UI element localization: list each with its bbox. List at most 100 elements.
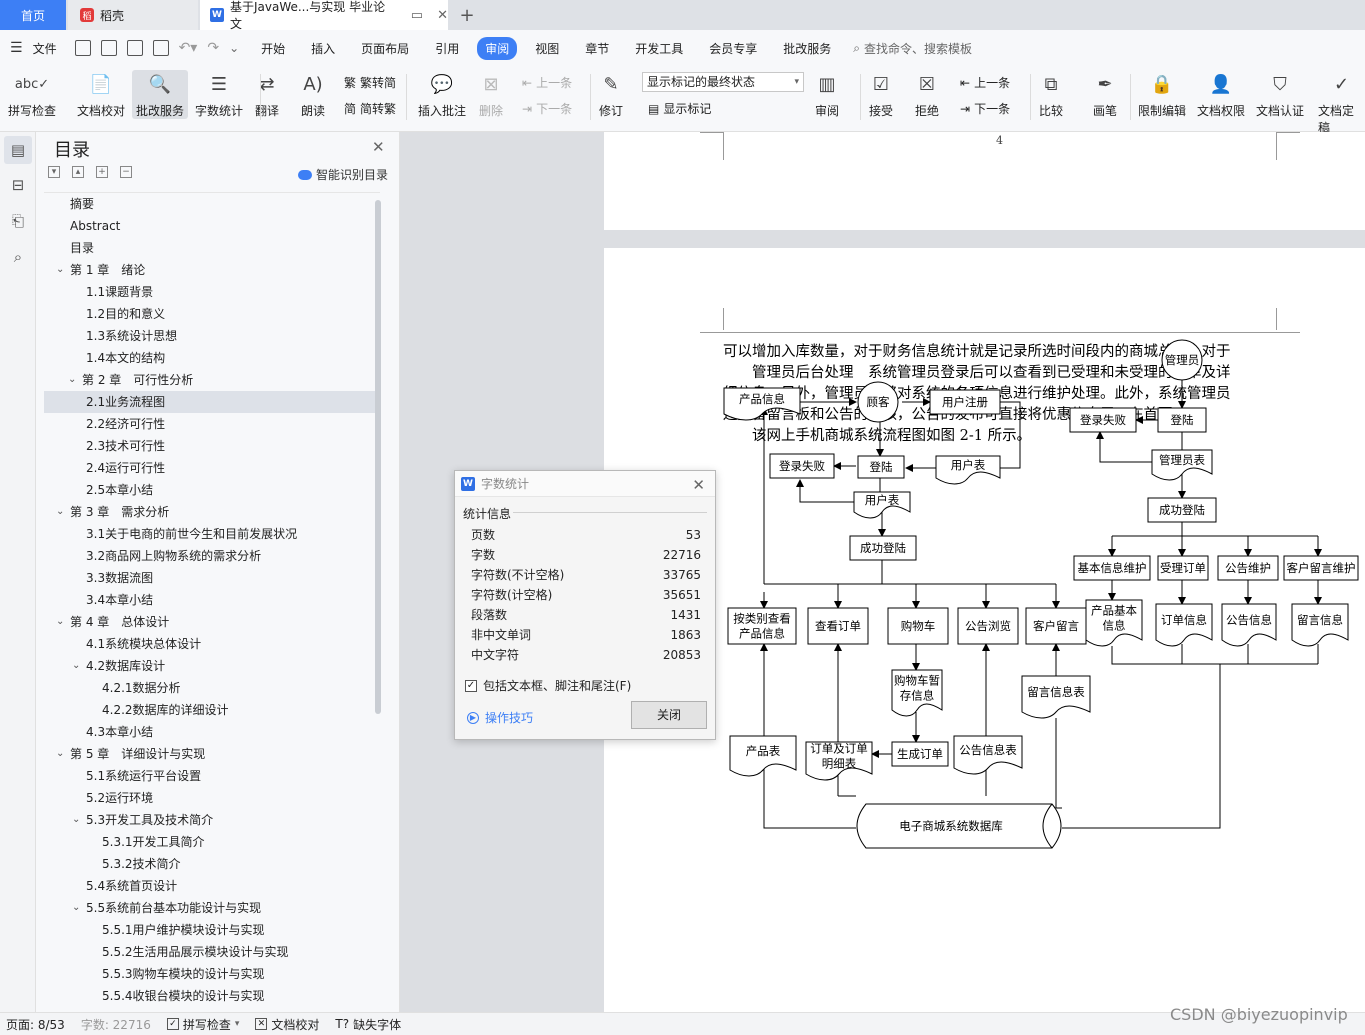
trad-to-simp-button[interactable]: 繁繁转简 <box>344 74 396 91</box>
doc-finalize-button[interactable]: ✓ 文档定稿 <box>1318 70 1365 136</box>
read-aloud-button[interactable]: A) 朗读 <box>300 70 326 119</box>
chevron-down-icon[interactable]: ⌄ <box>72 897 80 919</box>
toc-item[interactable]: 3.2商品网上购物系统的需求分析 <box>44 545 380 567</box>
chevron-down-icon[interactable]: ⌄ <box>56 259 64 281</box>
menu-tab[interactable]: 章节 <box>577 37 617 60</box>
toc-item[interactable]: ⌄ 第 1 章 绪论 <box>44 259 380 281</box>
toc-item[interactable]: 5.5.2生活用品展示模块设计与实现 <box>44 941 380 963</box>
tips-link[interactable]: ▶ 操作技巧 <box>467 709 533 726</box>
prev-comment-button[interactable]: ⇤ 上一条 <box>522 74 572 91</box>
chevron-down-icon[interactable]: ⌄ <box>72 809 80 831</box>
toc-item[interactable]: 2.1业务流程图 <box>44 391 380 413</box>
toc-item[interactable]: 5.5.1用户维护模块设计与实现 <box>44 919 380 941</box>
spell-check-button[interactable]: abc✓ 拼写检查 <box>8 70 56 119</box>
toc-item[interactable]: 目录 <box>44 237 380 259</box>
hamburger-icon[interactable]: ☰ <box>10 40 23 56</box>
chevron-down-icon[interactable]: ⌄ <box>68 369 76 391</box>
missing-font-status[interactable]: T? 缺失字体 <box>335 1016 401 1033</box>
menu-tab[interactable]: 开始 <box>253 37 293 60</box>
toc-item[interactable]: 5.3.2技术简介 <box>44 853 380 875</box>
expand-all-icon[interactable]: ▾ <box>48 166 60 178</box>
next-change-button[interactable]: ⇥ 下一条 <box>960 100 1010 117</box>
toc-item[interactable]: 2.3技术可行性 <box>44 435 380 457</box>
review-service-button[interactable]: 🔍 批改服务 <box>132 70 189 119</box>
review-pane-button[interactable]: ▥ 审阅 <box>814 70 840 119</box>
collapse-icon[interactable]: − <box>120 166 132 178</box>
new-tab-icon[interactable]: + <box>456 0 478 30</box>
doc-certify-button[interactable]: ⛉ 文档认证 <box>1256 70 1304 119</box>
toc-item[interactable]: 5.5.3购物车模块的设计与实现 <box>44 963 380 985</box>
markup-mode-select[interactable]: 显示标记的最终状态 ▾ <box>642 72 804 92</box>
toc-item[interactable]: 3.3数据流图 <box>44 567 380 589</box>
menu-tab[interactable]: 视图 <box>527 37 567 60</box>
translate-button[interactable]: ⇄ 翻译 <box>254 70 280 119</box>
redo-icon[interactable]: ↷ <box>207 40 219 56</box>
spell-check-status[interactable]: ✓ 拼写检查 ▾ <box>166 1016 239 1033</box>
insert-comment-button[interactable]: 💬 插入批注 <box>418 70 466 119</box>
menu-tab[interactable]: 插入 <box>303 37 343 60</box>
menu-tab[interactable]: 审阅 <box>477 36 518 60</box>
toc-item[interactable]: ⌄ 第 5 章 详细设计与实现 <box>44 743 380 765</box>
toc-item[interactable]: 3.4本章小结 <box>44 589 380 611</box>
toc-item[interactable]: Abstract <box>44 215 380 237</box>
save-icon[interactable] <box>74 40 91 56</box>
toc-item[interactable]: 4.2.1数据分析 <box>44 677 380 699</box>
chevron-down-icon[interactable]: ⌄ <box>56 611 64 633</box>
pin-icon[interactable]: ▭ <box>411 8 423 23</box>
toc-item[interactable]: 4.3本章小结 <box>44 721 380 743</box>
restrict-edit-button[interactable]: 🔒 限制编辑 <box>1138 70 1186 119</box>
reject-button[interactable]: ☒ 拒绝 <box>914 70 940 119</box>
toc-item[interactable]: ⌄ 5.5系统前台基本功能设计与实现 <box>44 897 380 919</box>
next-comment-button[interactable]: ⇥ 下一条 <box>522 100 572 117</box>
export-icon[interactable] <box>100 40 117 56</box>
close-tab-icon[interactable]: ✕ <box>437 8 448 23</box>
close-icon[interactable]: ✕ <box>692 476 705 494</box>
tab-document[interactable]: W 基于JavaWe...与实现 毕业论文 ▭ ✕ <box>200 0 448 31</box>
toc-item[interactable]: 5.3.1开发工具简介 <box>44 831 380 853</box>
print-icon[interactable] <box>126 40 143 56</box>
toc-item[interactable]: ⌄ 4.2数据库设计 <box>44 655 380 677</box>
menu-tab[interactable]: 批改服务 <box>775 37 839 60</box>
outline-icon[interactable]: ⊟ <box>9 176 27 194</box>
prev-change-button[interactable]: ⇤ 上一条 <box>960 74 1010 91</box>
word-count-button[interactable]: ☰ 字数统计 <box>195 70 243 119</box>
toc-item[interactable]: 5.5.4收银台模块的设计与实现 <box>44 985 380 1004</box>
doc-proof-button[interactable]: 📄 文档校对 <box>77 70 125 119</box>
show-markup-button[interactable]: ▤ 显示标记 <box>648 100 711 117</box>
menu-tab[interactable]: 页面布局 <box>353 37 417 60</box>
delete-comment-button[interactable]: ⊠ 删除 <box>478 70 504 119</box>
track-changes-button[interactable]: ✎ 修订 <box>598 70 624 119</box>
toc-item[interactable]: ⌄ 第 2 章 可行性分析 <box>44 369 380 391</box>
toc-item[interactable]: 5.4系统首页设计 <box>44 875 380 897</box>
bookmark-icon[interactable]: ⎗ <box>9 212 27 230</box>
compare-button[interactable]: ⧉ 比较 <box>1038 70 1064 119</box>
chevron-down-icon[interactable]: ⌄ <box>72 655 80 677</box>
doc-proof-status[interactable]: ✕ 文档校对 <box>255 1016 319 1033</box>
menu-file[interactable]: 文件 <box>33 37 65 60</box>
toc-item[interactable]: ⌄ 第 3 章 需求分析 <box>44 501 380 523</box>
search-icon[interactable]: ⌕ <box>9 248 27 266</box>
dialog-titlebar[interactable]: W 字数统计 <box>455 471 715 497</box>
toc-item[interactable]: 2.2经济可行性 <box>44 413 380 435</box>
toc-item[interactable]: 5.1系统运行平台设置 <box>44 765 380 787</box>
simp-to-trad-button[interactable]: 简简转繁 <box>344 100 396 117</box>
toc-item[interactable]: 4.2.2数据库的详细设计 <box>44 699 380 721</box>
include-textboxes-checkbox[interactable]: ✓ 包括文本框、脚注和尾注(F) <box>465 677 631 694</box>
chevron-down-icon[interactable]: ⌄ <box>56 501 64 523</box>
smart-toc-button[interactable]: 智能识别目录 <box>298 166 388 183</box>
undo-icon[interactable]: ↶▾ <box>179 40 198 56</box>
toc-item[interactable]: 2.5本章小结 <box>44 479 380 501</box>
preview-icon[interactable] <box>152 40 169 56</box>
menu-tab[interactable]: 会员专享 <box>701 37 765 60</box>
menu-tab[interactable]: 开发工具 <box>627 37 691 60</box>
close-icon[interactable]: ✕ <box>372 138 385 156</box>
pen-button[interactable]: ✒ 画笔 <box>1092 70 1118 119</box>
word-count-indicator[interactable]: 字数: 22716 <box>81 1016 151 1033</box>
toc-item[interactable]: 1.3系统设计思想 <box>44 325 380 347</box>
toc-item[interactable]: 1.4本文的结构 <box>44 347 380 369</box>
toc-item[interactable]: 摘要 <box>44 193 380 215</box>
toc-panel-icon[interactable]: ▤ <box>4 136 32 164</box>
toc-item[interactable]: 4.1系统模块总体设计 <box>44 633 380 655</box>
toc-item[interactable]: ⌄ 5.3开发工具及技术简介 <box>44 809 380 831</box>
toc-scrollbar[interactable] <box>375 200 381 714</box>
